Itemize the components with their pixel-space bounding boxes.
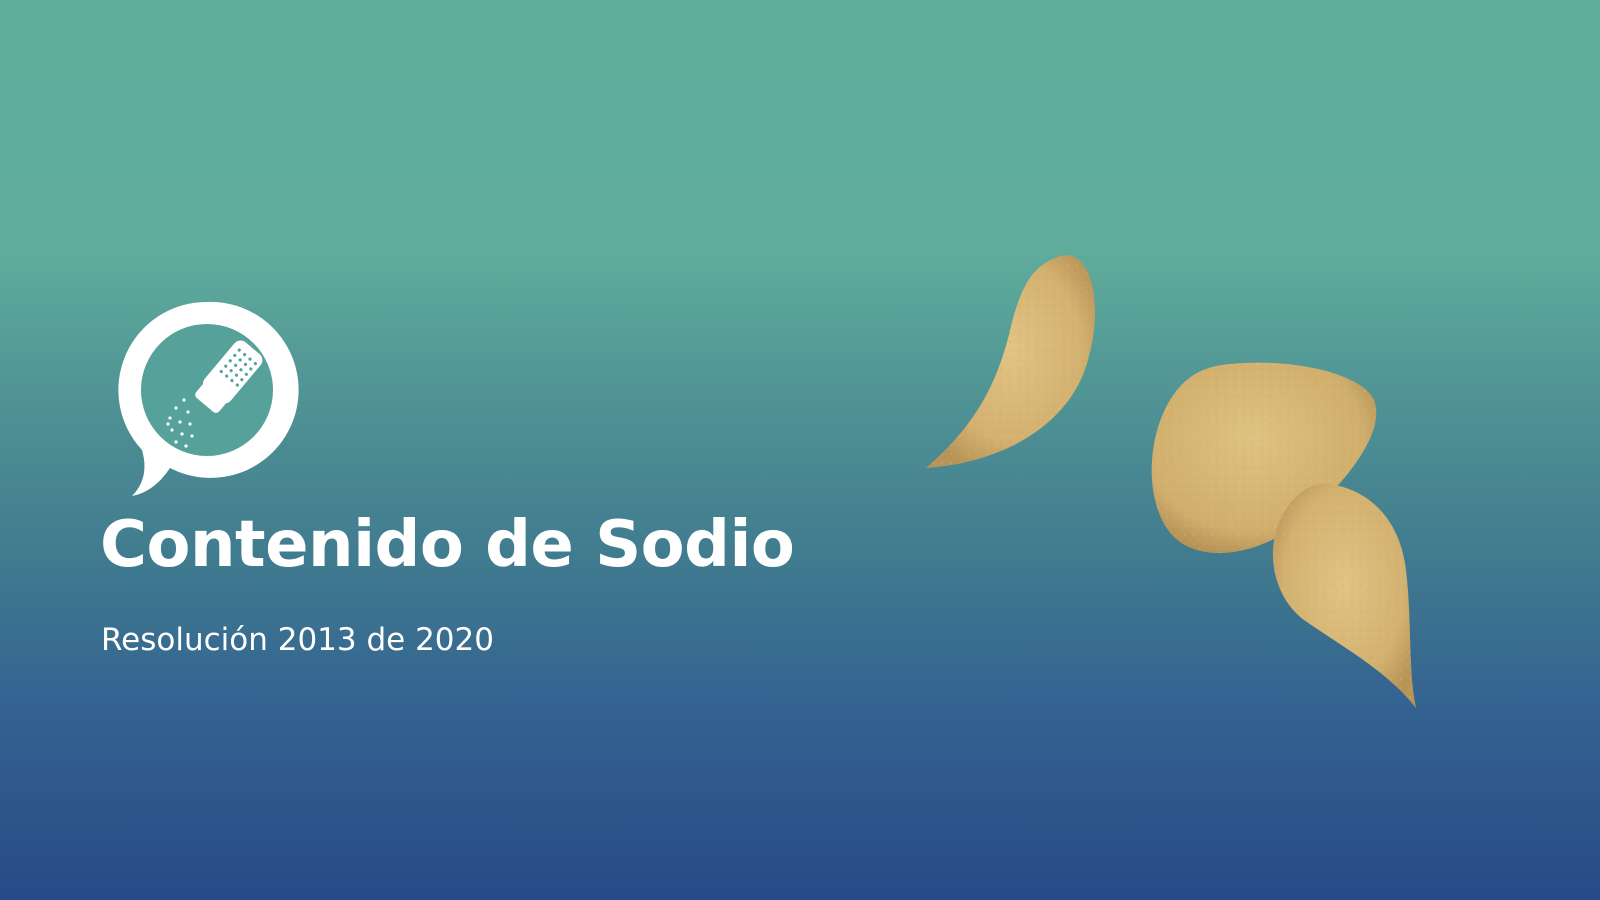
slide-title: Contenido de Sodio xyxy=(100,508,795,582)
salt-shaker-speech-bubble-icon xyxy=(118,301,299,496)
slide-subtitle: Resolución 2013 de 2020 xyxy=(101,622,494,658)
potato-chips-illustration xyxy=(926,255,1416,708)
potato-chip xyxy=(1272,483,1416,708)
potato-chip xyxy=(926,255,1096,468)
